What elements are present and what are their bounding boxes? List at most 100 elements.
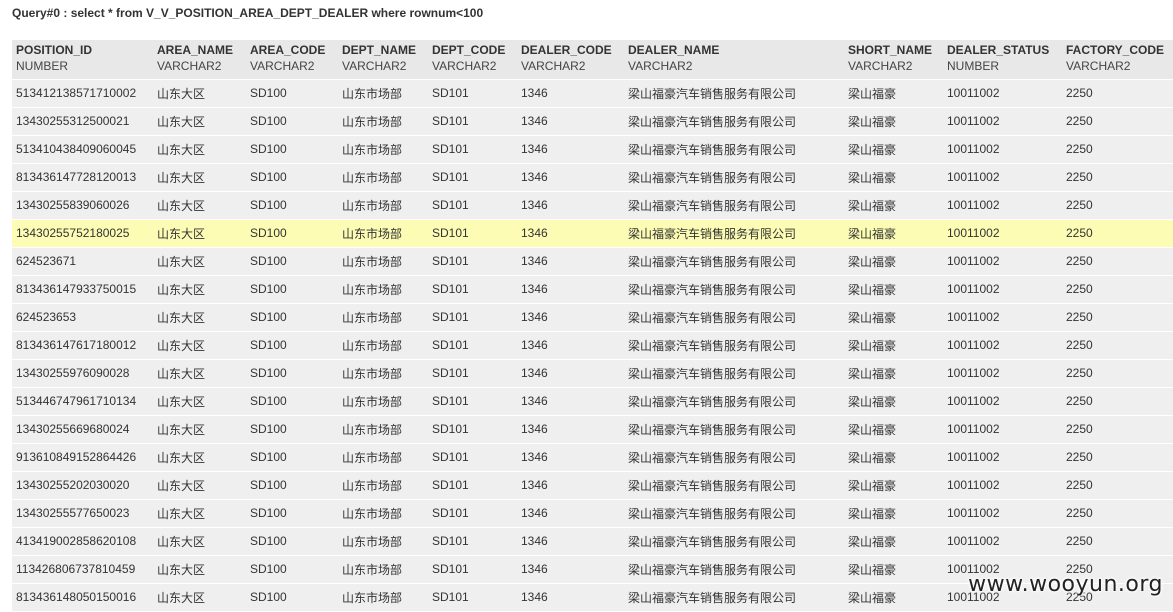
table-row[interactable]: 624523671 山东大区 SD100 山东市场部 SD101 1346 梁山福豪汽车销售… bbox=[12, 247, 1173, 276]
cell-dealer-code: 1346 bbox=[517, 135, 624, 164]
cell-area-name: 山东大区 bbox=[153, 191, 246, 220]
table-row[interactable]: 13430255752180025 山东大区 SD100 山东市场部 SD101 1346… bbox=[12, 219, 1173, 248]
cell-area-code: SD100 bbox=[246, 191, 338, 220]
cell-dealer-name: 梁山福豪汽车销售服务有限公司 bbox=[624, 415, 844, 444]
table-row[interactable]: 413419002858620108 山东大区 SD100 山东市场部 SD101 134… bbox=[12, 527, 1173, 556]
cell-area-name: 山东大区 bbox=[153, 555, 246, 584]
column-type: VARCHAR2 bbox=[432, 59, 497, 73]
cell-area-name: 山东大区 bbox=[153, 443, 246, 472]
cell-dept-name: 山东市场部 bbox=[338, 499, 428, 528]
cell-dealer-status: 10011002 bbox=[943, 247, 1062, 276]
cell-dept-code: SD101 bbox=[428, 191, 517, 220]
cell-dept-code: SD101 bbox=[428, 303, 517, 332]
cell-area-code: SD100 bbox=[246, 583, 338, 612]
cell-dept-code: SD101 bbox=[428, 527, 517, 556]
cell-dealer-status: 10011002 bbox=[943, 107, 1062, 136]
cell-factory-code: 2250 bbox=[1062, 107, 1173, 136]
column-header-dealer-status: DEALER_STATUS NUMBER bbox=[943, 40, 1062, 80]
cell-dealer-code: 1346 bbox=[517, 471, 624, 500]
cell-short-name: 梁山福豪 bbox=[844, 275, 943, 304]
cell-position-id: 813436147728120013 bbox=[12, 163, 153, 192]
table-row[interactable]: 913610849152864426 山东大区 SD100 山东市场部 SD101 134… bbox=[12, 443, 1173, 472]
table-row[interactable]: 813436147617180012 山东大区 SD100 山东市场部 SD101 134… bbox=[12, 331, 1173, 360]
cell-position-id: 13430255577650023 bbox=[12, 499, 153, 528]
cell-factory-code: 2250 bbox=[1062, 359, 1173, 388]
cell-area-code: SD100 bbox=[246, 331, 338, 360]
cell-position-id: 813436147933750015 bbox=[12, 275, 153, 304]
table-row[interactable]: 624523653 山东大区 SD100 山东市场部 SD101 1346 梁山福豪汽车销售… bbox=[12, 303, 1173, 332]
table-row[interactable]: 13430255312500021 山东大区 SD100 山东市场部 SD101 1346… bbox=[12, 107, 1173, 136]
cell-short-name: 梁山福豪 bbox=[844, 555, 943, 584]
watermark: www.wooyun.org bbox=[968, 572, 1163, 597]
cell-dept-name: 山东市场部 bbox=[338, 471, 428, 500]
table-row[interactable]: 513410438409060045 山东大区 SD100 山东市场部 SD101 134… bbox=[12, 135, 1173, 164]
cell-short-name: 梁山福豪 bbox=[844, 107, 943, 136]
cell-dept-name: 山东市场部 bbox=[338, 415, 428, 444]
cell-dept-code: SD101 bbox=[428, 499, 517, 528]
cell-dealer-name: 梁山福豪汽车销售服务有限公司 bbox=[624, 275, 844, 304]
cell-area-code: SD100 bbox=[246, 527, 338, 556]
cell-dealer-name: 梁山福豪汽车销售服务有限公司 bbox=[624, 191, 844, 220]
cell-dept-code: SD101 bbox=[428, 219, 517, 248]
cell-dealer-code: 1346 bbox=[517, 163, 624, 192]
cell-short-name: 梁山福豪 bbox=[844, 331, 943, 360]
cell-position-id: 513410438409060045 bbox=[12, 135, 153, 164]
cell-area-name: 山东大区 bbox=[153, 107, 246, 136]
cell-factory-code: 2250 bbox=[1062, 499, 1173, 528]
table-row[interactable]: 813436147728120013 山东大区 SD100 山东市场部 SD101 134… bbox=[12, 163, 1173, 192]
column-name: AREA_CODE bbox=[250, 43, 326, 57]
column-header-area-name: AREA_NAME VARCHAR2 bbox=[153, 40, 246, 80]
cell-factory-code: 2250 bbox=[1062, 191, 1173, 220]
cell-factory-code: 2250 bbox=[1062, 163, 1173, 192]
cell-dealer-code: 1346 bbox=[517, 555, 624, 584]
column-name: SHORT_NAME bbox=[848, 43, 933, 57]
table-row[interactable]: 513412138571710002 山东大区 SD100 山东市场部 SD101 134… bbox=[12, 79, 1173, 108]
cell-position-id: 813436147617180012 bbox=[12, 331, 153, 360]
cell-dealer-status: 10011002 bbox=[943, 415, 1062, 444]
cell-short-name: 梁山福豪 bbox=[844, 247, 943, 276]
cell-area-name: 山东大区 bbox=[153, 387, 246, 416]
table-row[interactable]: 13430255976090028 山东大区 SD100 山东市场部 SD101 1346… bbox=[12, 359, 1173, 388]
cell-short-name: 梁山福豪 bbox=[844, 443, 943, 472]
cell-short-name: 梁山福豪 bbox=[844, 163, 943, 192]
cell-dealer-name: 梁山福豪汽车销售服务有限公司 bbox=[624, 387, 844, 416]
cell-position-id: 13430255669680024 bbox=[12, 415, 153, 444]
cell-dept-code: SD101 bbox=[428, 107, 517, 136]
cell-dealer-code: 1346 bbox=[517, 191, 624, 220]
cell-dealer-name: 梁山福豪汽车销售服务有限公司 bbox=[624, 527, 844, 556]
cell-dept-name: 山东市场部 bbox=[338, 219, 428, 248]
cell-dealer-code: 1346 bbox=[517, 107, 624, 136]
table-row[interactable]: 513446747961710134 山东大区 SD100 山东市场部 SD101 134… bbox=[12, 387, 1173, 416]
column-header-factory-code: FACTORY_CODE VARCHAR2 bbox=[1062, 40, 1173, 80]
query-result-table: POSITION_ID NUMBER AREA_NAME VARCHAR2 AREA… bbox=[12, 40, 1173, 612]
cell-dealer-code: 1346 bbox=[517, 359, 624, 388]
table-row[interactable]: 13430255839060026 山东大区 SD100 山东市场部 SD101 1346… bbox=[12, 191, 1173, 220]
column-header-dept-name: DEPT_NAME VARCHAR2 bbox=[338, 40, 428, 80]
cell-dealer-name: 梁山福豪汽车销售服务有限公司 bbox=[624, 107, 844, 136]
cell-dealer-code: 1346 bbox=[517, 387, 624, 416]
table-row[interactable]: 13430255202030020 山东大区 SD100 山东市场部 SD101 1346… bbox=[12, 471, 1173, 500]
column-header-dealer-name: DEALER_NAME VARCHAR2 bbox=[624, 40, 844, 80]
cell-dealer-name: 梁山福豪汽车销售服务有限公司 bbox=[624, 219, 844, 248]
cell-position-id: 13430255312500021 bbox=[12, 107, 153, 136]
cell-dept-name: 山东市场部 bbox=[338, 527, 428, 556]
cell-position-id: 813436148050150016 bbox=[12, 583, 153, 612]
cell-area-code: SD100 bbox=[246, 247, 338, 276]
cell-area-name: 山东大区 bbox=[153, 499, 246, 528]
table-row[interactable]: 13430255669680024 山东大区 SD100 山东市场部 SD101 1346… bbox=[12, 415, 1173, 444]
column-type: NUMBER bbox=[947, 59, 1000, 73]
cell-area-code: SD100 bbox=[246, 499, 338, 528]
cell-area-code: SD100 bbox=[246, 387, 338, 416]
cell-dealer-name: 梁山福豪汽车销售服务有限公司 bbox=[624, 359, 844, 388]
table-row[interactable]: 813436147933750015 山东大区 SD100 山东市场部 SD101 134… bbox=[12, 275, 1173, 304]
cell-factory-code: 2250 bbox=[1062, 443, 1173, 472]
table-row[interactable]: 13430255577650023 山东大区 SD100 山东市场部 SD101 1346… bbox=[12, 499, 1173, 528]
cell-dept-name: 山东市场部 bbox=[338, 359, 428, 388]
column-name: AREA_NAME bbox=[157, 43, 234, 57]
cell-area-code: SD100 bbox=[246, 163, 338, 192]
cell-dealer-status: 10011002 bbox=[943, 471, 1062, 500]
cell-dealer-status: 10011002 bbox=[943, 443, 1062, 472]
cell-dealer-name: 梁山福豪汽车销售服务有限公司 bbox=[624, 471, 844, 500]
column-type: VARCHAR2 bbox=[848, 59, 913, 73]
column-name: POSITION_ID bbox=[16, 43, 93, 57]
